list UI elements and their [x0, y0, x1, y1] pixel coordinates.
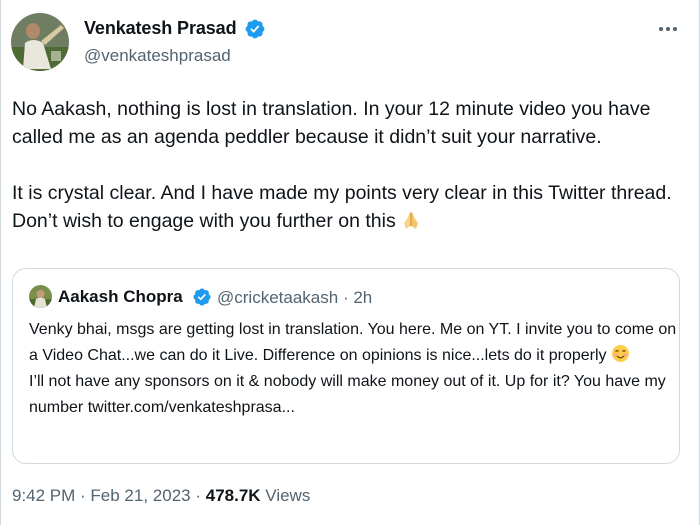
quoted-author-handle: @cricketaakash	[217, 288, 339, 307]
quoted-text-paragraph-1: Venky bhai, msgs are getting lost in tra…	[29, 317, 679, 369]
quoted-time-ago: 2h	[353, 288, 373, 307]
quoted-text-1: Venky bhai, msgs are getting lost in tra…	[29, 321, 677, 364]
quoted-tweet-text: Venky bhai, msgs are getting lost in tra…	[29, 317, 679, 421]
quoted-text-paragraph-2: I’ll not have any sponsors on it & nobod…	[29, 373, 666, 416]
views-count: 478.7K	[205, 486, 261, 505]
tweet-paragraph-2-text: It is crystal clear. And I have made my …	[12, 182, 672, 232]
verified-badge-icon	[245, 19, 265, 39]
views-label: Views	[265, 486, 311, 505]
avatar-photo	[11, 13, 69, 71]
quoted-tweet[interactable]: Aakash Chopra @cricketaakash · 2h Venky …	[12, 268, 680, 464]
author-name[interactable]: Venkatesh Prasad	[84, 18, 237, 39]
tweet-paragraph-1: No Aakash, nothing is lost in translatio…	[12, 98, 651, 148]
more-options-icon[interactable]	[657, 20, 679, 38]
tweet-text: No Aakash, nothing is lost in translatio…	[12, 95, 684, 235]
smiling-face-emoji	[611, 345, 629, 362]
tweet-timestamp[interactable]: 9:42 PM · Feb 21, 2023 ·	[12, 486, 201, 505]
quoted-author-meta: @cricketaakash · 2h	[217, 288, 372, 308]
author-avatar[interactable]	[11, 13, 69, 71]
quoted-meta-separator: ·	[342, 288, 349, 307]
quoted-author-avatar	[29, 285, 52, 308]
tweet-paragraph-2: It is crystal clear. And I have made my …	[12, 179, 684, 235]
quoted-avatar-photo	[29, 285, 52, 308]
quoted-author-name: Aakash Chopra	[58, 287, 183, 306]
author-handle[interactable]: @venkateshprasad	[84, 46, 231, 66]
tweet-card: Venkatesh Prasad @venkateshprasad No Aak…	[0, 0, 700, 525]
tweet-footer: 9:42 PM · Feb 21, 2023 · 478.7K Views	[12, 486, 310, 506]
folded-hands-emoji	[403, 211, 418, 229]
verified-badge-icon	[193, 288, 211, 306]
